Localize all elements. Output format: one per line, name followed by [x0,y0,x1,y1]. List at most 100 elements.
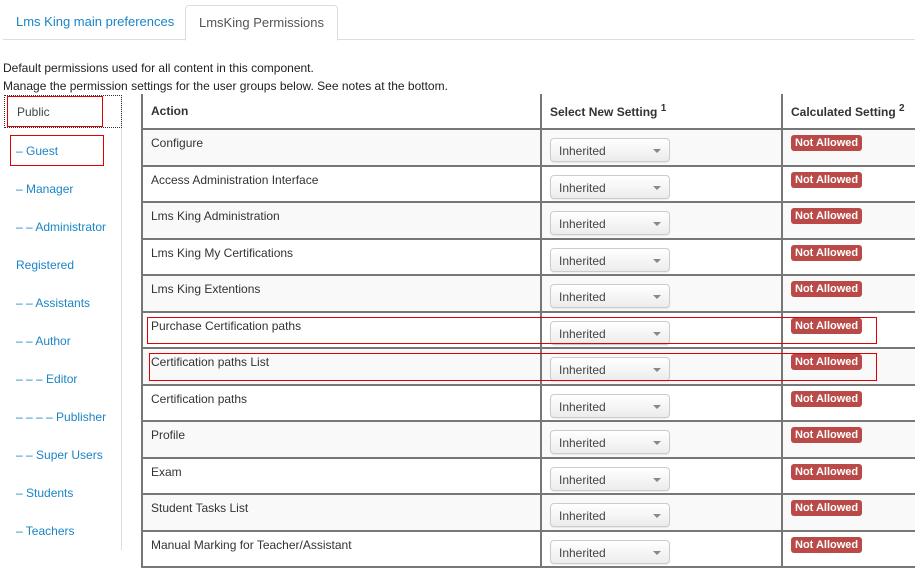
group-item-manager[interactable]: – Manager [4,174,122,204]
table-row: Exam Inherited Not Allowed [141,456,915,495]
chevron-down-icon [653,368,661,373]
tab-main-preferences[interactable]: Lms King main preferences [3,5,187,40]
permissions-table: Action Select New Setting 1 Calculated S… [141,94,915,568]
action-cell: Certification paths List [141,347,542,386]
header-select-new-setting: Select New Setting 1 [540,94,783,130]
action-cell: Profile [141,420,542,459]
setting-select[interactable]: Inherited [550,211,670,236]
action-cell: Lms King My Certifications [141,237,542,276]
action-cell: Lms King Administration [141,201,542,240]
calculated-cell: Not Allowed [781,310,915,349]
setting-cell: Inherited [540,347,783,386]
table-header-row: Action Select New Setting 1 Calculated S… [141,94,915,130]
description-line-2: Manage the permission settings for the u… [3,79,448,93]
setting-select-value: Inherited [559,509,606,524]
setting-select-value: Inherited [559,144,606,159]
action-name: Lms King Extentions [151,282,261,297]
setting-cell: Inherited [540,128,783,167]
user-group-list: Public – Guest – Manager – – Administrat… [4,95,122,550]
status-badge: Not Allowed [791,135,863,152]
group-item-assistants[interactable]: – – Assistants [4,288,122,318]
calculated-cell: Not Allowed [781,383,915,422]
header-calculated-setting: Calculated Setting 2 [781,94,915,130]
setting-cell: Inherited [540,310,783,349]
setting-select-value: Inherited [559,545,606,560]
header-action: Action [141,94,542,130]
footnote-2: 2 [899,103,905,114]
status-badge: Not Allowed [791,354,863,371]
tab-bar: Lms King main preferences LmsKing Permis… [3,4,915,41]
setting-select-value: Inherited [559,326,606,341]
action-name: Purchase Certification paths [151,318,302,333]
chevron-down-icon [653,295,661,300]
status-badge: Not Allowed [791,500,863,517]
action-cell: Manual Marking for Teacher/Assistant [141,529,542,568]
table-row: Lms King Administration Inherited Not Allo… [141,201,915,240]
setting-select[interactable]: Inherited [550,320,670,345]
group-item-registered[interactable]: Registered [4,250,122,280]
action-name: Student Tasks List [151,501,249,516]
chevron-down-icon [653,441,661,446]
setting-select[interactable]: Inherited [550,466,670,491]
action-cell: Access Administration Interface [141,164,542,203]
table-row: Profile Inherited Not Allowed [141,420,915,459]
setting-cell: Inherited [540,164,783,203]
setting-select[interactable]: Inherited [550,393,670,418]
setting-select-value: Inherited [559,180,606,195]
tab-permissions[interactable]: LmsKing Permissions [185,5,338,41]
calculated-cell: Not Allowed [781,128,915,167]
table-row: Student Tasks List Inherited Not Allowed [141,493,915,532]
setting-select-value: Inherited [559,253,606,268]
chevron-down-icon [653,477,661,482]
group-item-administrator[interactable]: – – Administrator [4,212,122,242]
setting-select[interactable]: Inherited [550,503,670,528]
group-item-editor[interactable]: – – – Editor [4,364,122,394]
action-name: Profile [151,428,186,443]
calculated-cell: Not Allowed [781,456,915,495]
group-item-super-users[interactable]: – – Super Users [4,440,122,470]
action-name: Configure [151,136,204,151]
action-name: Exam [151,464,182,479]
action-name: Lms King My Certifications [151,245,294,260]
setting-select-value: Inherited [559,363,606,378]
setting-select[interactable]: Inherited [550,174,670,199]
setting-cell: Inherited [540,529,783,568]
setting-select-value: Inherited [559,472,606,487]
group-item-author[interactable]: – – Author [4,326,122,356]
status-badge: Not Allowed [791,317,863,334]
group-item-public[interactable]: Public [4,95,122,128]
chevron-down-icon [653,514,661,519]
chevron-down-icon [653,404,661,409]
table-row: Lms King Extentions Inherited Not Allowed [141,274,915,313]
setting-cell: Inherited [540,493,783,532]
table-row: Purchase Certification paths Inherited Not… [141,310,915,349]
chevron-down-icon [653,185,661,190]
chevron-down-icon [653,331,661,336]
calculated-cell: Not Allowed [781,420,915,459]
calculated-cell: Not Allowed [781,237,915,276]
setting-cell: Inherited [540,237,783,276]
calculated-cell: Not Allowed [781,347,915,386]
table-row: Certification paths List Inherited Not All… [141,347,915,386]
table-row: Configure Inherited Not Allowed [141,128,915,167]
table-row: Manual Marking for Teacher/Assistant Inhe… [141,529,915,568]
setting-select[interactable]: Inherited [550,430,670,455]
setting-select[interactable]: Inherited [550,539,670,564]
group-item-guest[interactable]: – Guest [4,136,122,166]
setting-cell: Inherited [540,456,783,495]
group-item-students[interactable]: – Students [4,478,122,508]
group-item-teachers[interactable]: – Teachers [4,516,122,546]
setting-select[interactable]: Inherited [550,138,670,163]
action-name: Certification paths [151,391,248,406]
calculated-cell: Not Allowed [781,274,915,313]
action-cell: Purchase Certification paths [141,310,542,349]
setting-cell: Inherited [540,201,783,240]
setting-select[interactable]: Inherited [550,284,670,309]
setting-select[interactable]: Inherited [550,357,670,382]
calculated-cell: Not Allowed [781,164,915,203]
header-select-label: Select New Setting [550,105,658,119]
setting-cell: Inherited [540,420,783,459]
setting-select[interactable]: Inherited [550,247,670,272]
group-item-publisher[interactable]: – – – – Publisher [4,402,122,432]
setting-cell: Inherited [540,274,783,313]
